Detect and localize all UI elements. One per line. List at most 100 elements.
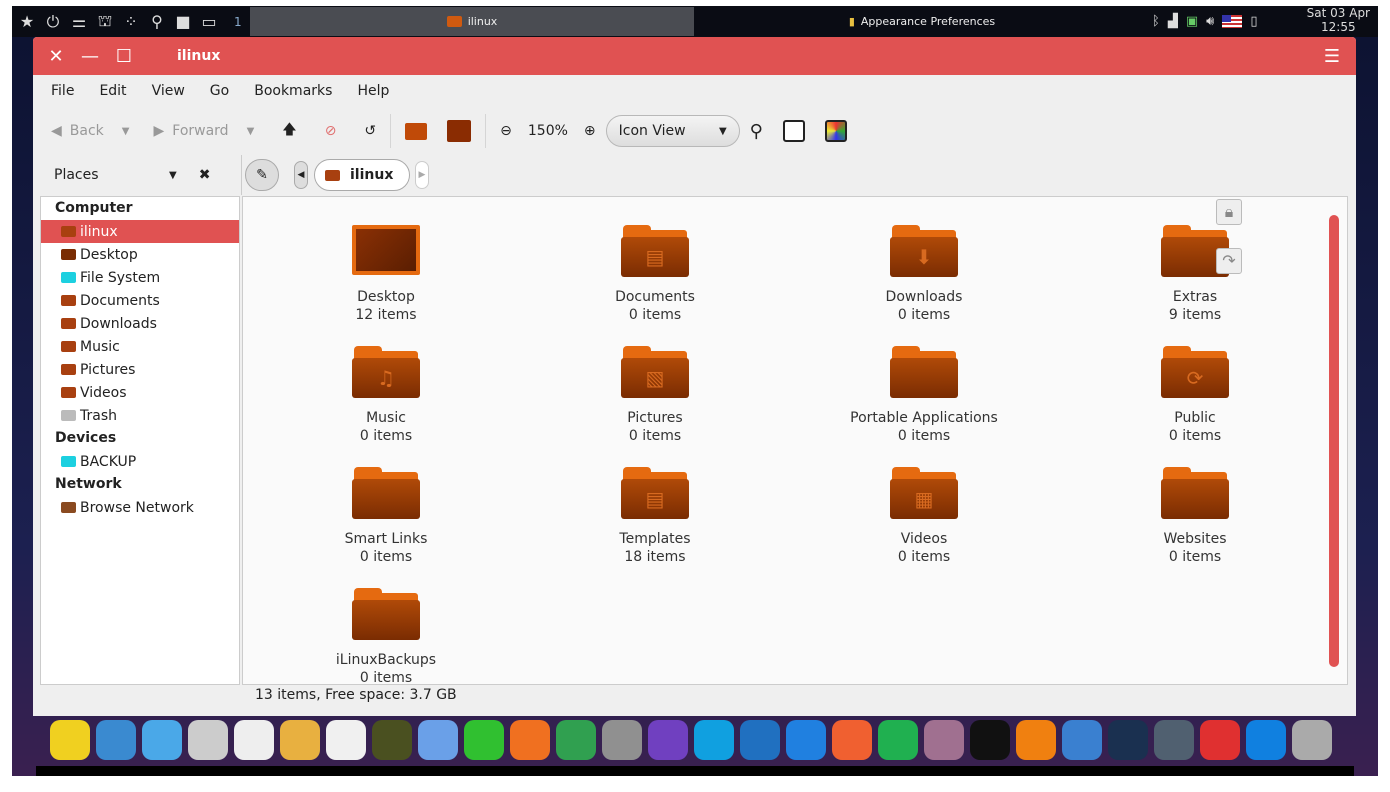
zoom-out-icon[interactable]: ⊖ <box>500 123 512 139</box>
toggle-icon[interactable]: ⚌ <box>68 11 90 33</box>
earth-pro-launcher-icon[interactable] <box>602 720 642 760</box>
computer-icon[interactable] <box>447 120 472 142</box>
up-arrow-icon[interactable]: 🡅 <box>282 119 296 143</box>
amazon-launcher-icon[interactable] <box>970 720 1010 760</box>
sidebar-item-pictures[interactable]: Pictures <box>41 358 239 381</box>
disk-analyzer-icon[interactable] <box>824 120 847 142</box>
sidebar-item-browse-network[interactable]: Browse Network <box>41 496 239 519</box>
skype-launcher-icon[interactable] <box>694 720 734 760</box>
spreadsheet-launcher-icon[interactable] <box>878 720 918 760</box>
toggles-launcher-icon[interactable] <box>234 720 274 760</box>
maximize-button[interactable]: ☐ <box>107 46 141 67</box>
palette-launcher-icon[interactable] <box>280 720 320 760</box>
clipboard-icon[interactable]: ▯ <box>1250 14 1257 29</box>
dots-launcher-icon[interactable] <box>96 720 136 760</box>
firefox-launcher-icon[interactable] <box>510 720 550 760</box>
store-launcher-icon[interactable] <box>326 720 366 760</box>
task-ilinux[interactable]: ilinux <box>250 7 694 36</box>
binoculars-launcher-icon[interactable] <box>372 720 412 760</box>
cabinet-launcher-icon[interactable] <box>188 720 228 760</box>
back-history-dropdown[interactable]: ▼ <box>122 126 130 137</box>
power-icon[interactable]: ⏻ <box>42 11 64 33</box>
binoculars-icon[interactable]: ⛫ <box>94 11 116 33</box>
file-item[interactable]: ⬇ Downloads 0 items <box>824 225 1024 323</box>
presentation-launcher-icon[interactable] <box>832 720 872 760</box>
sidebar-item-documents[interactable]: Documents <box>41 289 239 312</box>
sidebar-item-ilinux[interactable]: ilinux <box>41 220 239 243</box>
menu-help[interactable]: Help <box>357 83 389 99</box>
home-icon[interactable] <box>405 122 428 140</box>
file-item[interactable]: Smart Links 0 items <box>286 467 486 565</box>
bluetooth-icon[interactable]: ᛒ <box>1152 14 1160 29</box>
sidebar-item-videos[interactable]: Videos <box>41 381 239 404</box>
trash-launcher-icon[interactable] <box>1292 720 1332 760</box>
sidebar-item-desktop[interactable]: Desktop <box>41 243 239 266</box>
steam-launcher-icon[interactable] <box>1108 720 1148 760</box>
file-item[interactable]: ♫ Music 0 items <box>286 346 486 444</box>
file-item[interactable]: Desktop 12 items <box>286 225 486 323</box>
close-sidebar-icon[interactable]: ✖ <box>199 167 211 183</box>
edit-location-button[interactable]: ✎ <box>245 159 279 191</box>
path-button-ilinux[interactable]: ilinux <box>314 159 410 191</box>
file-item[interactable]: iLinuxBackups 0 items <box>286 588 486 686</box>
writer-launcher-icon[interactable] <box>786 720 826 760</box>
anydesk-launcher-icon[interactable] <box>1200 720 1240 760</box>
screenshot-launcher-icon[interactable] <box>924 720 964 760</box>
file-item[interactable]: ▦ Videos 0 items <box>824 467 1024 565</box>
menu-go[interactable]: Go <box>210 83 229 99</box>
task-appearance[interactable]: ▮ Appearance Preferences <box>702 7 1142 36</box>
menu-bookmarks[interactable]: Bookmarks <box>254 83 332 99</box>
rocket-launcher-icon[interactable] <box>418 720 458 760</box>
sidebar-item-backup[interactable]: BACKUP <box>41 450 239 473</box>
reload-icon[interactable]: ↺ <box>364 123 376 139</box>
teamviewer-launcher-icon[interactable] <box>1246 720 1286 760</box>
pipe-launcher-icon[interactable] <box>464 720 504 760</box>
file-item[interactable]: Portable Applications 0 items <box>824 346 1024 444</box>
apps-icon[interactable]: ⁘ <box>120 11 142 33</box>
folder-icon[interactable]: ■ <box>172 11 194 33</box>
sidebar-item-trash[interactable]: Trash <box>41 404 239 427</box>
menu-file[interactable]: File <box>51 83 74 99</box>
minimize-button[interactable]: — <box>73 46 107 67</box>
viber-launcher-icon[interactable] <box>648 720 688 760</box>
sidebar-item-music[interactable]: Music <box>41 335 239 358</box>
star-launcher-icon[interactable] <box>50 720 90 760</box>
vertical-scrollbar[interactable] <box>1329 215 1339 667</box>
menu-view[interactable]: View <box>152 83 185 99</box>
forward-button[interactable]: ▶ Forward <box>153 123 228 139</box>
qbittorrent-launcher-icon[interactable] <box>1062 720 1102 760</box>
search-icon[interactable]: ⚲ <box>146 11 168 33</box>
file-item[interactable]: ▤ Templates 18 items <box>555 467 755 565</box>
window-icon[interactable]: ▭ <box>198 11 220 33</box>
view-mode-select[interactable]: Icon View ▼ <box>605 115 740 147</box>
mail-launcher-icon[interactable] <box>740 720 780 760</box>
zoom-in-icon[interactable]: ⊕ <box>584 123 596 139</box>
battery-icon[interactable]: ▣ <box>1186 14 1198 29</box>
file-item[interactable]: ⟳ Public 0 items <box>1095 346 1295 444</box>
clock[interactable]: Sat 03 Apr 12:55 <box>1307 6 1370 34</box>
path-forward-button[interactable]: ▶ <box>415 161 429 189</box>
signal-icon[interactable]: ▟ <box>1168 14 1178 29</box>
search-icon[interactable]: ⚲ <box>750 121 763 142</box>
volume-icon[interactable]: 🔊︎ <box>1206 14 1214 29</box>
us-flag-icon[interactable] <box>1222 15 1243 28</box>
stop-icon[interactable]: ⊘ <box>325 123 337 139</box>
disk-usage-icon[interactable] <box>782 120 805 142</box>
backup-launcher-icon[interactable] <box>1154 720 1194 760</box>
menu-edit[interactable]: Edit <box>99 83 126 99</box>
star-icon[interactable]: ★ <box>16 11 38 33</box>
file-item[interactable]: Websites 0 items <box>1095 467 1295 565</box>
file-item[interactable]: ▤ Documents 0 items <box>555 225 755 323</box>
vlc-launcher-icon[interactable] <box>1016 720 1056 760</box>
sidebar-item-file-system[interactable]: File System <box>41 266 239 289</box>
file-item[interactable]: Extras 9 items <box>1095 225 1295 323</box>
path-back-button[interactable]: ◀ <box>294 161 308 189</box>
files-launcher-icon[interactable] <box>142 720 182 760</box>
back-button[interactable]: ◀ Back <box>51 123 104 139</box>
chrome-launcher-icon[interactable] <box>556 720 596 760</box>
workspace-number[interactable]: 1 <box>234 15 242 29</box>
file-item[interactable]: ▧ Pictures 0 items <box>555 346 755 444</box>
forward-history-dropdown[interactable]: ▼ <box>247 126 255 137</box>
close-button[interactable]: ✕ <box>39 46 73 67</box>
sidebar-item-downloads[interactable]: Downloads <box>41 312 239 335</box>
